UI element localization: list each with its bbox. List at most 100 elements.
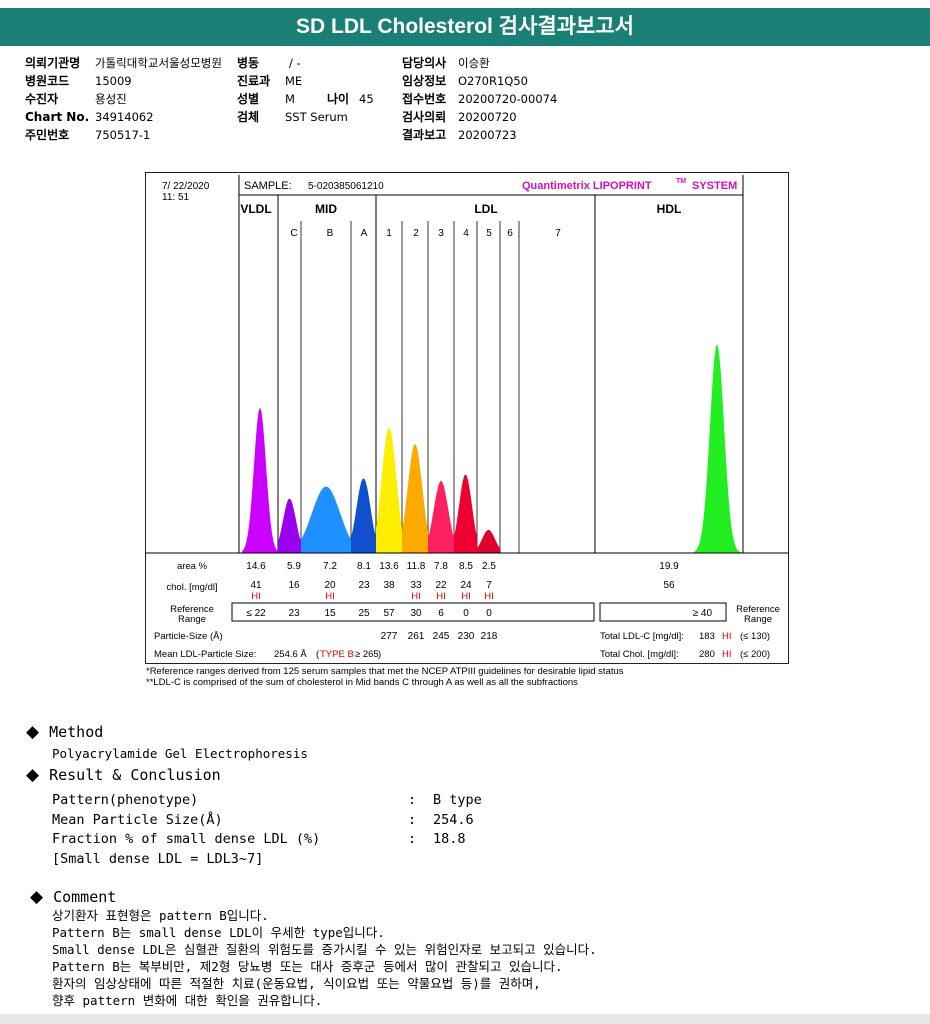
info-key: 접수번호: [402, 92, 447, 106]
result-label: Fraction % of small dense LDL (%): [52, 831, 321, 847]
result-note: [Small dense LDL = LDL3~7]: [52, 850, 264, 867]
ref-range-value: 57: [383, 608, 395, 619]
particle-size-value: 218: [481, 631, 498, 642]
area-value: 14.6: [246, 561, 266, 572]
ref-range-value: 30: [410, 608, 422, 619]
info-value: 34914062: [95, 110, 154, 124]
row-label-ref2: Range: [178, 614, 206, 625]
peak-b: [301, 486, 351, 553]
particle-size-value: 277: [381, 631, 398, 642]
total-chol-label: Total Chol. [mg/dl]:: [600, 649, 679, 660]
peak-1: [376, 427, 402, 553]
info-key: 검사의뢰: [402, 110, 447, 124]
info-value: 15009: [95, 74, 132, 88]
band-label: B: [327, 228, 334, 239]
electropherogram-peaks: [242, 344, 746, 553]
ref-range-value: ≤ 22: [246, 608, 266, 619]
area-value: 2.5: [482, 561, 496, 572]
info-value: 20200720: [458, 110, 517, 124]
peak-c: [278, 498, 301, 553]
info-value: 용성진: [95, 92, 127, 106]
chol-value: 23: [358, 580, 370, 591]
band-label: 6: [507, 228, 513, 239]
info-value: 가톨릭대학교서울성모병원: [95, 56, 222, 70]
hi-flag-row: HI HI HI HI HI HI: [251, 591, 494, 602]
mean-size-limit: ≥ 265: [355, 649, 379, 660]
info-key: 수진자: [25, 92, 59, 106]
diamond-icon: ◆: [30, 887, 44, 907]
hi-flag: HI: [325, 591, 335, 602]
peak-2: [402, 444, 428, 553]
chol-value: 22: [435, 580, 447, 591]
mean-size-paren-close: ): [378, 649, 381, 660]
info-value: M: [285, 92, 295, 106]
ref-range-value: 23: [288, 608, 300, 619]
comment-line: Pattern B는 small dense LDL이 우세한 type입니다.: [52, 925, 385, 940]
total-chol-value: 280: [699, 649, 715, 660]
info-key: 병원코드: [25, 74, 70, 88]
hi-flag: HI: [411, 591, 421, 602]
patient-info-col2: 병동 / - 진료과 ME 성별 M 나이 45 검체 SST Serum: [237, 54, 374, 126]
brand-tm: TM: [676, 178, 686, 185]
result-separators: : : :: [408, 792, 417, 847]
info-key: Chart No.: [25, 110, 90, 124]
sample-id: 5-020385061210: [308, 181, 384, 192]
group-label-mid: MID: [315, 202, 337, 216]
particle-size-value: 245: [433, 631, 450, 642]
band-label: 3: [438, 228, 444, 239]
info-value: 이승환: [458, 56, 490, 70]
area-value: 13.6: [379, 561, 399, 572]
sample-label: SAMPLE:: [244, 180, 292, 192]
area-value-hdl: 19.9: [659, 561, 679, 572]
particle-size-value: 230: [458, 631, 475, 642]
info-key: 임상정보: [402, 74, 447, 88]
patient-info-col1: 의뢰기관명 가톨릭대학교서울성모병원 병원코드 15009 수진자 용성진 Chart…: [25, 54, 222, 144]
total-ldl-flag: HI: [722, 631, 732, 642]
row-label-size: Particle-Size (Å): [154, 631, 223, 642]
area-value: 7.8: [434, 561, 448, 572]
chol-value: 41: [250, 580, 262, 591]
lipoprint-chart: 7/ 22/2020 11: 51 SAMPLE: 5-020385061210…: [146, 175, 788, 660]
hdl-ref-value: ≥ 40: [693, 608, 713, 619]
particle-size-value: 261: [408, 631, 425, 642]
report-title: SD LDL Cholesterol 검사결과보고서: [0, 8, 930, 46]
comment-line: 환자의 임상상태에 따른 적절한 치료(운동요법, 식이요법 또는 약물요법 등…: [52, 976, 541, 991]
info-key: 나이: [327, 92, 350, 106]
ref-range-value: 6: [438, 608, 444, 619]
diamond-icon: ◆: [26, 765, 40, 785]
footnote: *Reference ranges derived from 125 serum…: [146, 666, 624, 677]
comment-line: Small dense LDL은 심혈관 질환의 위험도를 증가시킬 수 있는 …: [52, 942, 597, 957]
patient-info-col3: 담당의사 이승환 임상정보 O270R1Q50 접수번호 20200720-00074…: [402, 54, 557, 144]
diamond-icon: ◆: [26, 722, 40, 742]
comment-body: 상기환자 표현형은 pattern B입니다. Pattern B는 small…: [52, 907, 597, 1009]
total-chol-limit: (≤ 200): [740, 649, 770, 660]
result-value: 254.6: [433, 811, 474, 828]
mean-size-label: Mean LDL-Particle Size:: [154, 649, 256, 660]
group-label-hdl: HDL: [657, 202, 682, 216]
footnotes: *Reference ranges derived from 125 serum…: [146, 666, 624, 688]
total-ldl-limit: (≤ 130): [740, 631, 770, 642]
area-value: 8.5: [459, 561, 473, 572]
info-key: 결과보고: [402, 128, 447, 142]
band-label: 5: [486, 228, 492, 239]
hi-flag: HI: [461, 591, 471, 602]
info-value: SST Serum: [285, 110, 348, 124]
brand-name: Quantimetrix LIPOPRINT: [522, 180, 652, 192]
info-value: O270R1Q50: [458, 74, 528, 88]
report-time: 11: 51: [162, 192, 189, 203]
method-heading: ◆ Method: [26, 722, 104, 742]
info-value: 20200720-00074: [458, 92, 558, 106]
peak-vldl: [242, 407, 278, 553]
chol-row: 41 16 20 23 38 33 22 24 7 56: [250, 580, 675, 591]
report-date: 7/ 22/2020: [162, 181, 210, 192]
info-key: 진료과: [237, 74, 271, 88]
area-value: 11.8: [407, 561, 426, 572]
brand-system: SYSTEM: [692, 180, 737, 192]
area-value: 5.9: [287, 561, 301, 572]
result-values: B type 254.6 18.8: [433, 791, 482, 850]
row-label-area: area %: [177, 561, 208, 572]
mean-size-type: TYPE B: [320, 649, 354, 660]
total-chol-flag: HI: [722, 649, 732, 660]
info-value: 45: [359, 92, 374, 106]
info-value: ME: [285, 74, 303, 88]
